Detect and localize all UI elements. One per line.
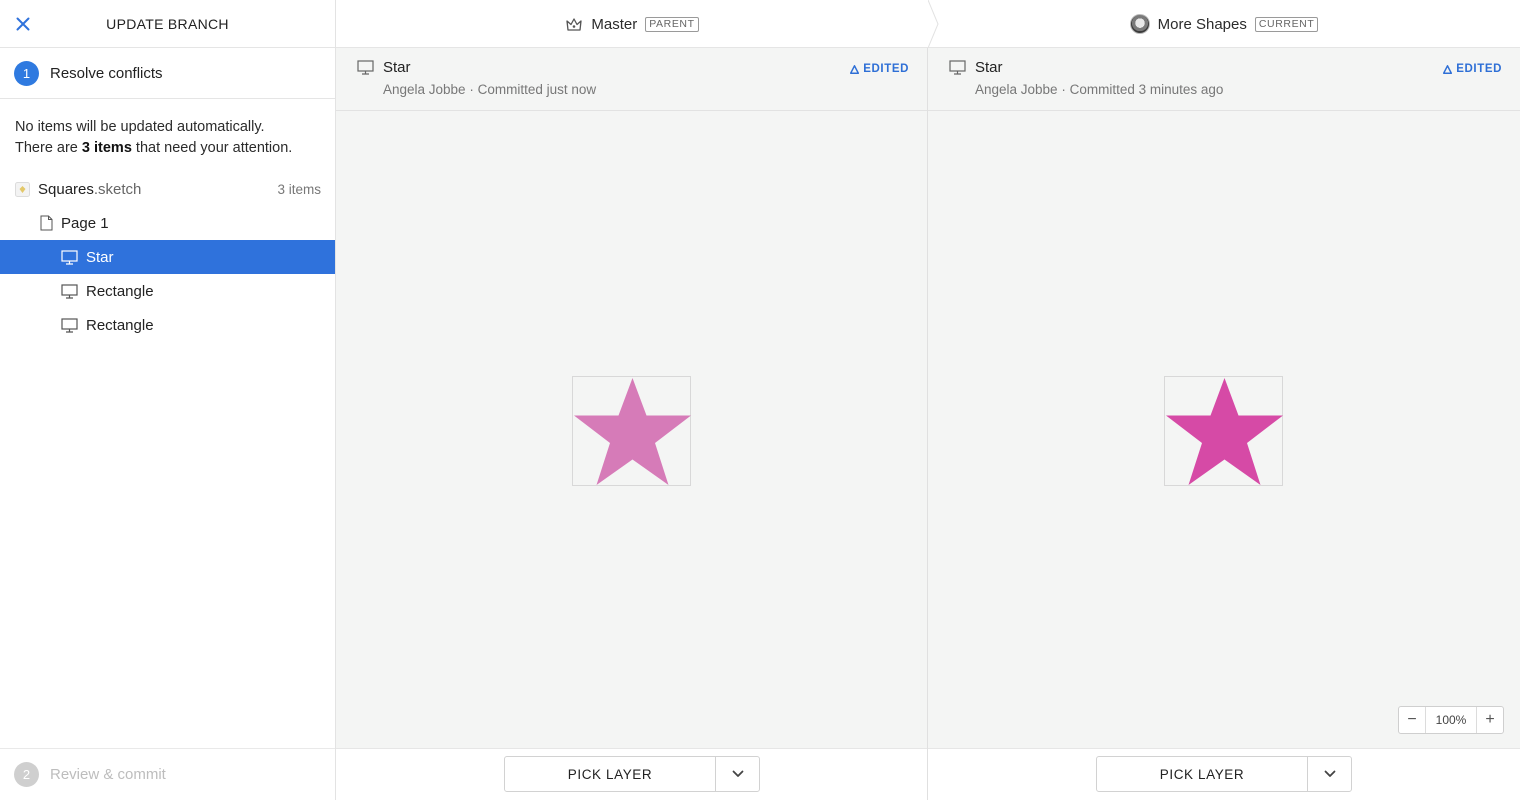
version-commit-info: Angela Jobbe · Committed just now (383, 82, 596, 97)
page-icon (40, 215, 53, 231)
star-polygon (1166, 378, 1283, 485)
star-shape (574, 378, 691, 485)
file-name: Squares (38, 180, 94, 198)
artboard-icon (61, 317, 78, 333)
version-layer-name: Star (975, 59, 1003, 76)
step-resolve-conflicts[interactable]: 1 Resolve conflicts (0, 48, 335, 99)
sketch-file-icon (15, 181, 30, 197)
page-name: Page 1 (61, 214, 109, 232)
version-header: Star Angela Jobbe · Committed just now E… (336, 48, 927, 111)
artboard-icon (61, 249, 78, 265)
version-header: Star Angela Jobbe · Committed 3 minutes … (928, 48, 1520, 111)
zoom-in-button[interactable]: + (1477, 707, 1503, 733)
pick-layer-button[interactable]: PICK LAYER (1097, 757, 1308, 791)
layer-preview (1164, 376, 1283, 486)
panel-footer: PICK LAYER (928, 748, 1520, 800)
current-branch-header: More Shapes CURRENT (928, 0, 1520, 48)
tree-item-page[interactable]: Page 1 (0, 206, 335, 240)
commit-author: Angela Jobbe (383, 82, 466, 97)
panel-footer: PICK LAYER (336, 748, 927, 800)
sidebar-title: UPDATE BRANCH (106, 15, 229, 32)
pick-layer-split-button: PICK LAYER (504, 756, 760, 792)
avatar (1129, 14, 1150, 34)
notice-line-2: There are 3 items that need your attenti… (15, 138, 320, 159)
pick-layer-split-button: PICK LAYER (1096, 756, 1352, 792)
commit-separator: · (1057, 82, 1070, 97)
commit-separator: · (465, 82, 478, 97)
tree-item-layer-star[interactable]: Star (0, 240, 335, 274)
step-number-badge: 2 (14, 762, 39, 787)
delta-icon (1443, 64, 1453, 74)
notice-text: There are (15, 140, 82, 156)
notice-item-count: 3 items (81, 140, 132, 156)
commit-time: Committed 3 minutes ago (1069, 82, 1224, 97)
version-layer-name: Star (383, 59, 411, 76)
tree-item-layer-rectangle[interactable]: Rectangle (0, 274, 335, 308)
current-tag: CURRENT (1254, 16, 1319, 32)
layer-name: Rectangle (86, 316, 154, 334)
star-polygon (574, 378, 691, 485)
chevron-down-icon (732, 770, 743, 777)
commit-time: Committed just now (477, 82, 597, 97)
parent-branch-name: Master (591, 15, 638, 33)
artboard-icon (949, 60, 966, 78)
close-icon (16, 17, 30, 31)
pick-layer-dropdown[interactable] (1308, 757, 1351, 791)
sidebar: UPDATE BRANCH 1 Resolve conflicts No ite… (0, 0, 336, 800)
commit-author: Angela Jobbe (975, 82, 1058, 97)
tree-item-layer-rectangle[interactable]: Rectangle (0, 308, 335, 342)
pick-layer-button[interactable]: PICK LAYER (505, 757, 716, 791)
edited-badge: EDITED (1443, 63, 1502, 75)
current-branch-name: More Shapes (1157, 15, 1247, 33)
step-number-badge: 1 (14, 60, 39, 86)
star-shape (1166, 378, 1283, 485)
zoom-level: 100% (1425, 707, 1477, 733)
parent-version-panel: Star Angela Jobbe · Committed just now E… (336, 48, 928, 800)
close-button[interactable] (11, 12, 35, 36)
edited-badge: EDITED (850, 63, 909, 75)
tree-item-file[interactable]: Squares .sketch 3 items (0, 172, 335, 206)
sidebar-header: UPDATE BRANCH (0, 0, 335, 48)
layer-preview (572, 376, 691, 486)
artboard-icon (357, 60, 374, 78)
parent-branch-header: Master PARENT (336, 0, 928, 48)
current-version-panel: Star Angela Jobbe · Committed 3 minutes … (928, 48, 1520, 800)
step-label: Resolve conflicts (50, 64, 163, 82)
layer-name: Star (86, 248, 114, 266)
artboard-icon (61, 283, 78, 299)
file-item-count: 3 items (277, 181, 321, 197)
step-review-commit[interactable]: 2 Review & commit (0, 748, 335, 800)
pick-layer-dropdown[interactable] (716, 757, 759, 791)
edited-label: EDITED (863, 63, 909, 75)
layer-name: Rectangle (86, 282, 154, 300)
conflict-tree: Squares .sketch 3 items Page 1 Star Rect… (0, 172, 335, 342)
step-label: Review & commit (50, 766, 166, 783)
zoom-control: − 100% + (1398, 706, 1504, 734)
file-extension: .sketch (93, 180, 142, 198)
delta-icon (850, 64, 860, 74)
conflict-notice: No items will be updated automatically. … (0, 99, 335, 159)
chevron-down-icon (1324, 770, 1335, 777)
crown-icon (566, 17, 583, 31)
notice-text: that need your attention. (131, 140, 293, 156)
parent-tag: PARENT (645, 16, 699, 32)
zoom-out-button[interactable]: − (1399, 707, 1425, 733)
edited-label: EDITED (1456, 63, 1502, 75)
branch-comparison-header: Master PARENT More Shapes CURRENT (336, 0, 1520, 48)
notice-line-1: No items will be updated automatically. (15, 119, 265, 135)
version-commit-info: Angela Jobbe · Committed 3 minutes ago (975, 82, 1223, 97)
